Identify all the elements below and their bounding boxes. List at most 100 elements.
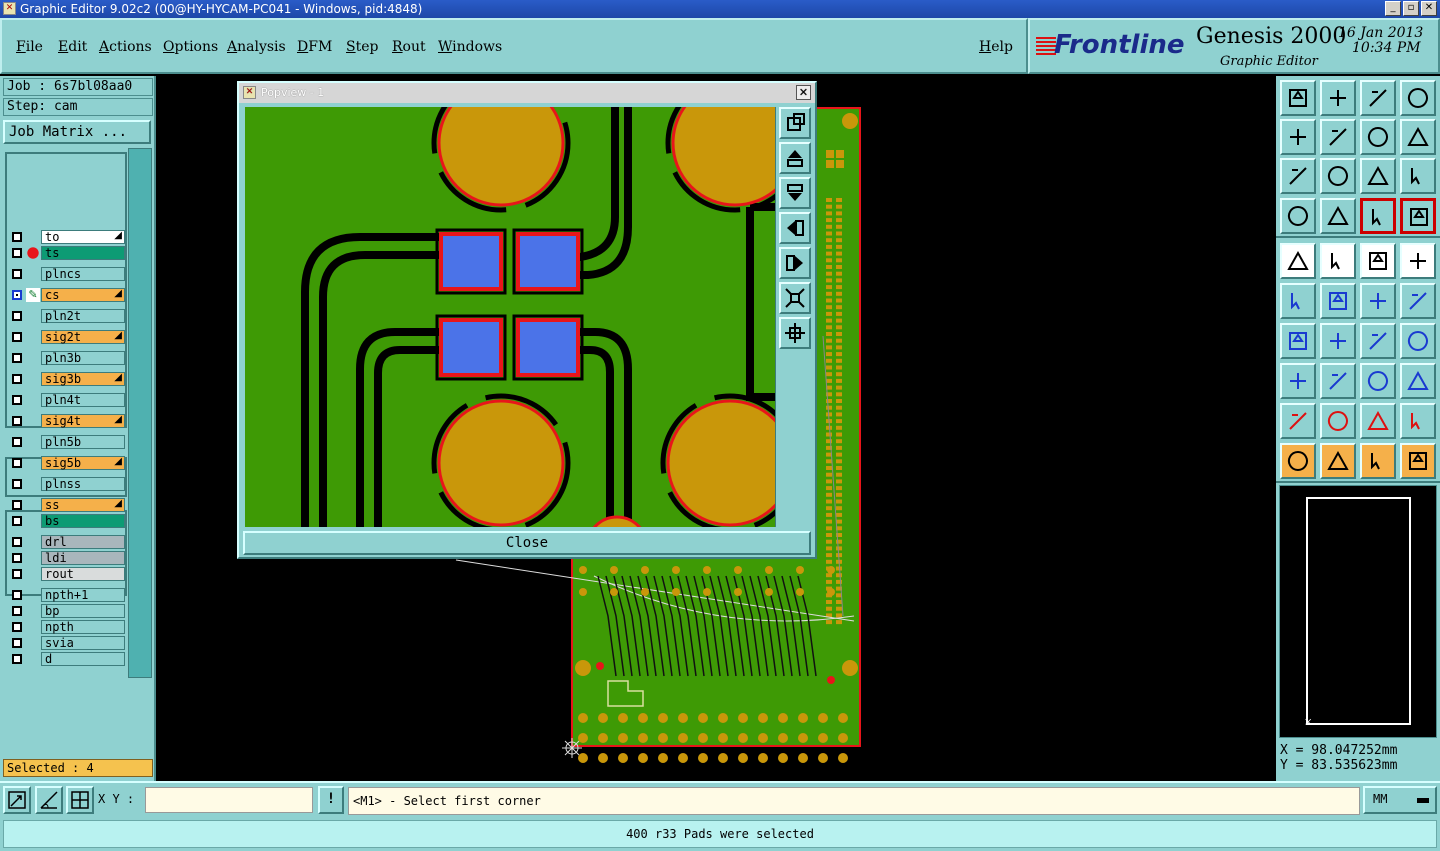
popview-close-button[interactable]: Close — [243, 531, 811, 555]
split-view-icon[interactable] — [1400, 80, 1436, 116]
layer-checkbox[interactable] — [12, 590, 22, 600]
layer-checkbox[interactable] — [12, 332, 22, 342]
layer-checkbox[interactable] — [12, 395, 22, 405]
tools-icon[interactable] — [1280, 198, 1316, 234]
popview-pan-left-button[interactable] — [779, 212, 811, 244]
popview-pan-up-button[interactable] — [779, 142, 811, 174]
layer-indicator[interactable] — [26, 604, 40, 618]
layer-row-drl[interactable]: drl — [8, 535, 128, 549]
triangle-edit-icon[interactable] — [1320, 403, 1356, 439]
measure-icon[interactable] — [1360, 363, 1396, 399]
layer-indicator[interactable] — [26, 414, 40, 428]
layer-row-sig5b[interactable]: sig5b ◢ — [8, 456, 128, 470]
pointer-icon[interactable] — [1280, 443, 1316, 479]
layer-indicator[interactable] — [26, 652, 40, 666]
layer-row-sig3b[interactable]: sig3b ◢ — [8, 372, 128, 386]
layer-row-ss[interactable]: ss ◢ — [8, 498, 128, 512]
layer-checkbox[interactable] — [12, 290, 22, 300]
layer-checkbox[interactable] — [12, 269, 22, 279]
layer-checkbox[interactable] — [12, 516, 22, 526]
layer-row-sig4t[interactable]: sig4t ◢ — [8, 414, 128, 428]
grid-icon[interactable] — [1320, 198, 1356, 234]
layer-checkbox[interactable] — [12, 606, 22, 616]
layer-indicator[interactable] — [26, 477, 40, 491]
zoom-center-icon[interactable] — [1320, 158, 1356, 194]
layer-checkbox[interactable] — [12, 654, 22, 664]
popview-titlebar[interactable]: ✕ Popview - 1 ✕ — [239, 83, 815, 103]
layer-checkbox[interactable] — [12, 638, 22, 648]
maximize-button[interactable]: ▫ — [1403, 1, 1419, 16]
ruler-icon[interactable] — [1360, 243, 1396, 279]
layer-checkbox[interactable] — [12, 232, 22, 242]
menu-actions[interactable]: Actions — [99, 39, 152, 55]
layer-checkbox[interactable] — [12, 374, 22, 384]
select-feature-icon[interactable] — [1400, 243, 1436, 279]
add-pad-icon[interactable] — [1280, 243, 1316, 279]
layer-checkbox[interactable] — [12, 569, 22, 579]
layer-indicator[interactable] — [26, 435, 40, 449]
move-up-layer-icon[interactable] — [1280, 80, 1316, 116]
triangle-line-icon[interactable] — [1400, 403, 1436, 439]
snap-grid-button[interactable] — [3, 786, 31, 814]
menu-windows[interactable]: Windows — [438, 39, 502, 55]
layer-checkbox[interactable] — [12, 353, 22, 363]
menu-dfm[interactable]: DFM — [297, 39, 332, 55]
layer-checkbox[interactable] — [12, 458, 22, 468]
triangle-move-icon[interactable] — [1360, 403, 1396, 439]
layer-indicator[interactable] — [26, 351, 40, 365]
layer-indicator[interactable] — [26, 330, 40, 344]
layer-indicator[interactable] — [26, 588, 40, 602]
layer-indicator[interactable] — [26, 636, 40, 650]
layer-indicator[interactable] — [26, 230, 40, 244]
layer-row-sig2t[interactable]: sig2t ◢ — [8, 330, 128, 344]
route-point-icon[interactable] — [1400, 283, 1436, 319]
layer-checkbox[interactable] — [12, 622, 22, 632]
delete-icon[interactable] — [1320, 283, 1356, 319]
connect-icon[interactable] — [1280, 283, 1316, 319]
popview-zoom-home-button[interactable] — [779, 107, 811, 139]
overview-window[interactable]: × — [1279, 485, 1437, 738]
edit-shape-icon[interactable] — [1320, 243, 1356, 279]
layer-row-plncs[interactable]: plncs — [8, 267, 128, 281]
layer-indicator[interactable] — [26, 498, 40, 512]
layer-row-pln3b[interactable]: pln3b — [8, 351, 128, 365]
popview-zoom-canvas[interactable] — [245, 107, 775, 527]
help-question-icon[interactable] — [1400, 158, 1436, 194]
layer-checkbox[interactable] — [12, 311, 22, 321]
menu-help[interactable]: Help — [979, 39, 1013, 55]
pad-edit-icon[interactable] — [1280, 363, 1316, 399]
layer-checkbox[interactable] — [12, 553, 22, 563]
popview-zoom-in-button[interactable] — [779, 317, 811, 349]
layer-indicator[interactable] — [26, 514, 40, 528]
layer-indicator[interactable] — [26, 551, 40, 565]
layer-row-ldi[interactable]: ldi — [8, 551, 128, 565]
layer-row-npth[interactable]: npth — [8, 620, 128, 634]
menu-analysis[interactable]: Analysis — [227, 39, 286, 55]
layer-checkbox[interactable] — [12, 479, 22, 489]
layer-indicator[interactable] — [26, 620, 40, 634]
net-select-icon[interactable] — [1360, 198, 1396, 234]
popview-close-icon[interactable]: ✕ — [796, 85, 811, 100]
close-window-button[interactable]: ✕ — [1421, 1, 1437, 16]
menu-options[interactable]: Options — [163, 39, 218, 55]
job-matrix-button[interactable]: Job Matrix ... — [3, 120, 151, 144]
layer-indicator[interactable] — [26, 372, 40, 386]
menu-edit[interactable]: Edit — [58, 39, 87, 55]
move-left-icon[interactable] — [1280, 119, 1316, 155]
line-icon[interactable] — [1320, 323, 1356, 359]
layer-indicator[interactable] — [26, 393, 40, 407]
layer-row-svia[interactable]: svia — [8, 636, 128, 650]
select-pointer-icon[interactable] — [1320, 443, 1356, 479]
layer-checkbox[interactable] — [12, 437, 22, 447]
cut-line-icon[interactable] — [1320, 363, 1356, 399]
layer-scrollbar[interactable] — [128, 148, 152, 678]
layer-indicator[interactable] — [26, 267, 40, 281]
layer-indicator[interactable] — [26, 535, 40, 549]
move-right-icon[interactable] — [1320, 119, 1356, 155]
copy-shape-icon[interactable] — [1400, 363, 1436, 399]
move-down-layer-icon[interactable] — [1320, 80, 1356, 116]
layer-row-bp[interactable]: bp — [8, 604, 128, 618]
menu-step[interactable]: Step — [346, 39, 378, 55]
menu-file[interactable]: File — [16, 39, 43, 55]
layer-checkbox[interactable] — [12, 248, 22, 258]
